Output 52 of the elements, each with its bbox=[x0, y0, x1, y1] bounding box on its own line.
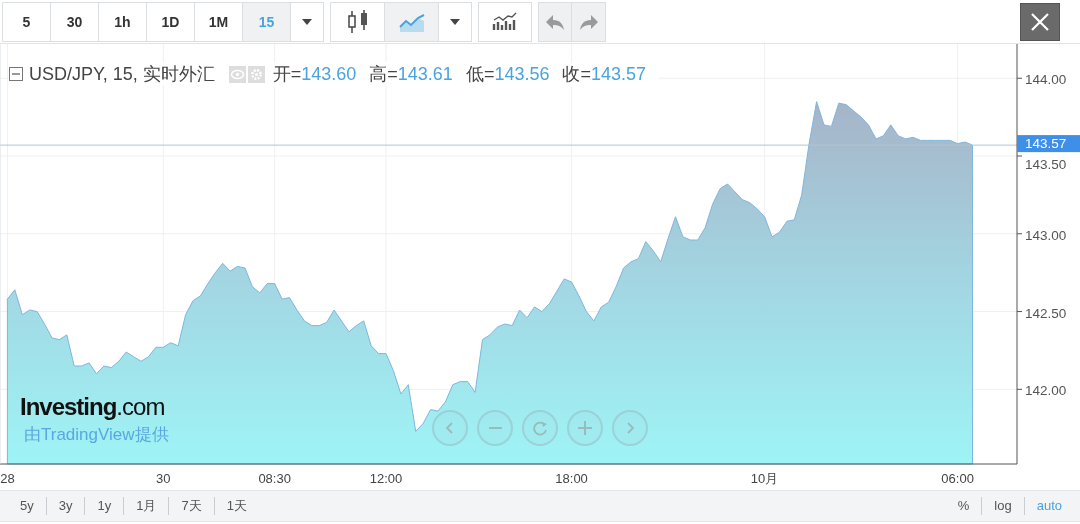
eye-icon bbox=[228, 65, 246, 83]
investing-logo: Investing.com bbox=[20, 393, 166, 421]
ohlc-value: 143.60 bbox=[301, 63, 357, 85]
range-button[interactable]: 3y bbox=[46, 497, 86, 515]
time-axis-label: 06:00 bbox=[941, 471, 974, 486]
ohlc-value: 143.56 bbox=[494, 63, 550, 85]
last-price-tag: 143.57 bbox=[1017, 135, 1080, 153]
chart-nav-button[interactable] bbox=[612, 410, 648, 446]
chart-nav-button[interactable] bbox=[522, 410, 558, 446]
chevron-left-icon bbox=[446, 422, 454, 434]
time-axis-label: 10月 bbox=[750, 471, 779, 486]
scale-option-button[interactable]: log bbox=[982, 497, 1025, 515]
range-button[interactable]: 7天 bbox=[169, 497, 215, 515]
time-axis-label: 30 bbox=[156, 471, 171, 486]
range-button[interactable]: 1y bbox=[85, 497, 125, 515]
minus-icon bbox=[488, 426, 502, 430]
chart-nav-button[interactable] bbox=[567, 410, 603, 446]
bar-chart-icon bbox=[492, 11, 518, 32]
close-button[interactable] bbox=[1020, 2, 1060, 41]
price-axis-label: 142.00 bbox=[1025, 383, 1067, 399]
time-axis-label: 08:30 bbox=[258, 471, 291, 486]
time-axis-label: 12:00 bbox=[369, 471, 403, 486]
chevron-right-icon bbox=[626, 422, 634, 434]
caret-icon bbox=[449, 17, 461, 26]
provider-credit: 由TradingView提供 bbox=[24, 424, 169, 446]
price-axis-label: 144.00 bbox=[1025, 72, 1067, 88]
ref-line-label: 143.57 bbox=[1025, 136, 1067, 152]
close-icon bbox=[1030, 11, 1050, 32]
range-button[interactable]: 1天 bbox=[214, 497, 259, 515]
symbol-title: USD/JPY, 15, 实时外汇 bbox=[29, 63, 215, 86]
scale-option-button[interactable]: % bbox=[945, 497, 983, 515]
ohlc-label: 开= bbox=[272, 63, 302, 86]
range-button[interactable]: 1月 bbox=[124, 497, 170, 515]
ohlc-label: 低= bbox=[465, 63, 495, 86]
time-axis-label: 28 bbox=[0, 471, 15, 486]
reset-icon bbox=[532, 420, 548, 436]
chart-nav-button[interactable] bbox=[477, 410, 513, 446]
caret-icon bbox=[301, 17, 313, 26]
indicators-button[interactable] bbox=[478, 1, 532, 42]
price-axis-label: 143.00 bbox=[1025, 227, 1067, 243]
price-axis-label: 142.50 bbox=[1025, 305, 1067, 321]
time-axis-label: 18:00 bbox=[555, 471, 588, 486]
ohlc-value: 143.61 bbox=[397, 63, 453, 85]
price-axis-label: 143.50 bbox=[1025, 157, 1067, 172]
plus-icon bbox=[578, 421, 592, 435]
area-chart-icon bbox=[398, 11, 425, 32]
gear-icon bbox=[247, 65, 265, 83]
ohlc-value: 143.57 bbox=[591, 63, 647, 85]
chart-nav-button[interactable] bbox=[432, 410, 468, 446]
ohlc-label: 收= bbox=[562, 63, 591, 86]
ohlc-label: 高= bbox=[369, 63, 398, 86]
range-button[interactable]: 5y bbox=[0, 497, 47, 515]
